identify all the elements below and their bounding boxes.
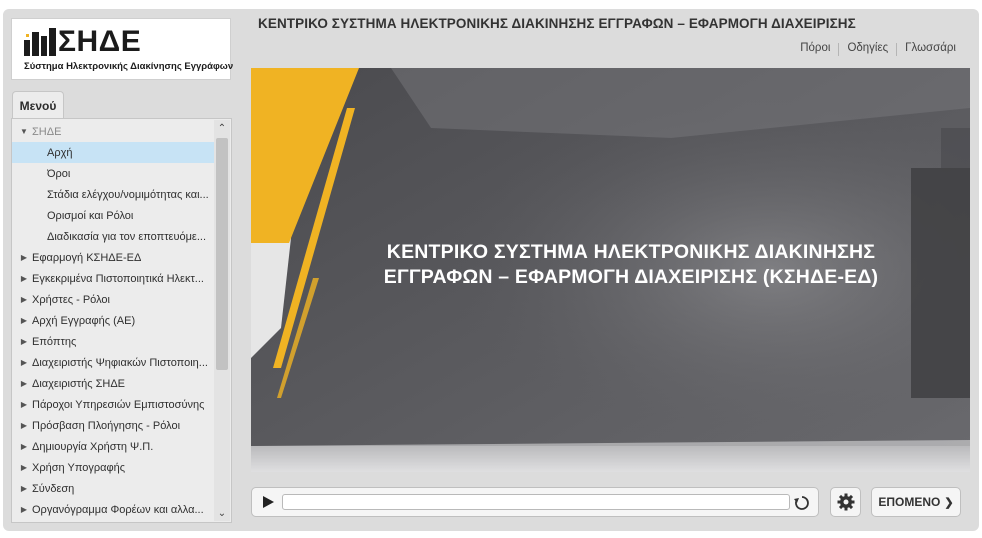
menu-item-arxi[interactable]: Αρχή bbox=[12, 142, 214, 163]
menu-section-shde[interactable]: ▼ ΣΗΔΕ bbox=[12, 121, 214, 142]
menu-item-efarmogi[interactable]: ▶ Εφαρμογή ΚΣΗΔΕ-ΕΔ bbox=[12, 247, 214, 268]
menu-item-label: Πάροχοι Υπηρεσιών Εμπιστοσύνης bbox=[32, 398, 205, 411]
replay-icon[interactable] bbox=[793, 494, 811, 512]
caret-right-icon: ▶ bbox=[20, 337, 28, 346]
menu-item-syndesi[interactable]: ▶ Σύνδεση bbox=[12, 478, 214, 499]
menu-panel: ▼ ΣΗΔΕ Αρχή Όροι Στάδια ελέγχου/νομιμότη… bbox=[11, 118, 232, 523]
link-glossary[interactable]: Γλωσσάρι bbox=[897, 42, 964, 56]
menu-item-diadikasia[interactable]: Διαδικασία για τον εποπτευόμε... bbox=[12, 226, 214, 247]
menu-item-label: Διαδικασία για τον εποπτευόμε... bbox=[47, 230, 206, 243]
menu-item-label: Δημιουργία Χρήστη Ψ.Π. bbox=[32, 440, 154, 453]
link-resources[interactable]: Πόροι bbox=[792, 42, 838, 56]
menu-item-orismoi[interactable]: Ορισμοί και Ρόλοι bbox=[12, 205, 214, 226]
menu-item-paroxoi[interactable]: ▶ Πάροχοι Υπηρεσιών Εμπιστοσύνης bbox=[12, 394, 214, 415]
chevron-down-icon[interactable]: ⌄ bbox=[214, 505, 230, 521]
slide-title: ΚΕΝΤΡΙΚΟ ΣΥΣΤΗΜΑ ΗΛΕΚΤΡΟΝΙΚΗΣ ΔΙΑΚΙΝΗΣΗΣ… bbox=[321, 240, 941, 290]
menu-item-label: Ορισμοί και Ρόλοι bbox=[47, 209, 134, 222]
progress-bar[interactable] bbox=[282, 494, 790, 510]
caret-right-icon: ▶ bbox=[20, 274, 28, 283]
menu-item-diaxeiristis-shde[interactable]: ▶ Διαχειριστής ΣΗΔΕ bbox=[12, 373, 214, 394]
caret-right-icon: ▶ bbox=[20, 442, 28, 451]
logo-mark-icon bbox=[24, 28, 56, 56]
app-title: ΚΕΝΤΡΙΚΟ ΣΥΣΤΗΜΑ ΗΛΕΚΤΡΟΝΙΚΗΣ ΔΙΑΚΙΝΗΣΗΣ… bbox=[258, 16, 856, 31]
menu-list: ▼ ΣΗΔΕ Αρχή Όροι Στάδια ελέγχου/νομιμότη… bbox=[12, 121, 214, 520]
menu-item-epoptis[interactable]: ▶ Επόπτης bbox=[12, 331, 214, 352]
slide-title-line1: ΚΕΝΤΡΙΚΟ ΣΥΣΤΗΜΑ ΗΛΕΚΤΡΟΝΙΚΗΣ ΔΙΑΚΙΝΗΣΗΣ bbox=[386, 241, 876, 263]
logo-text: ΣΗΔΕ bbox=[58, 25, 142, 58]
play-icon[interactable] bbox=[261, 495, 275, 509]
scroll-thumb[interactable] bbox=[216, 138, 228, 370]
menu-item-pistopoiitika[interactable]: ▶ Εγκεκριμένα Πιστοποιητικά Ηλεκτ... bbox=[12, 268, 214, 289]
menu-item-oroi[interactable]: Όροι bbox=[12, 163, 214, 184]
chevron-up-icon[interactable]: ⌃ bbox=[214, 120, 230, 136]
caret-right-icon: ▶ bbox=[20, 421, 28, 430]
tab-menu[interactable]: Μενού bbox=[12, 91, 64, 119]
caret-right-icon: ▶ bbox=[20, 316, 28, 325]
menu-item-label: Εγκεκριμένα Πιστοποιητικά Ηλεκτ... bbox=[32, 272, 204, 285]
menu-item-label: ΣΗΔΕ bbox=[32, 125, 62, 138]
caret-down-icon: ▼ bbox=[20, 127, 28, 136]
settings-button[interactable] bbox=[830, 487, 861, 517]
gear-icon bbox=[837, 493, 854, 511]
menu-item-label: Στάδια ελέγχου/νομιμότητας και... bbox=[47, 188, 209, 201]
link-instructions[interactable]: Οδηγίες bbox=[839, 42, 896, 56]
menu-item-xristes[interactable]: ▶ Χρήστες - Ρόλοι bbox=[12, 289, 214, 310]
top-links: Πόροι Οδηγίες Γλωσσάρι bbox=[792, 42, 964, 56]
next-button-label: ΕΠΟΜΕΝΟ bbox=[878, 495, 941, 509]
logo: ΣΗΔΕ Σύστημα Ηλεκτρονικής Διακίνησης Εγγ… bbox=[11, 18, 234, 80]
caret-right-icon: ▶ bbox=[20, 295, 28, 304]
menu-item-label: Επόπτης bbox=[32, 335, 77, 348]
menu-item-label: Χρήστες - Ρόλοι bbox=[32, 293, 110, 306]
menu-item-label: Οργανόγραμμα Φορέων και αλλα... bbox=[32, 503, 204, 516]
caret-right-icon: ▶ bbox=[20, 253, 28, 262]
menu-item-arxi-eggrafis[interactable]: ▶ Αρχή Εγγραφής (ΑΕ) bbox=[12, 310, 214, 331]
player-controls bbox=[251, 487, 819, 517]
menu-item-label: Πρόσβαση Πλοήγησης - Ρόλοι bbox=[32, 419, 181, 432]
menu-item-label: Διαχειριστής Ψηφιακών Πιστοποιη... bbox=[32, 356, 208, 369]
caret-right-icon: ▶ bbox=[20, 379, 28, 388]
menu-item-dimiourgia[interactable]: ▶ Δημιουργία Χρήστη Ψ.Π. bbox=[12, 436, 214, 457]
slide-stage: ΚΕΝΤΡΙΚΟ ΣΥΣΤΗΜΑ ΗΛΕΚΤΡΟΝΙΚΗΣ ΔΙΑΚΙΝΗΣΗΣ… bbox=[251, 68, 970, 472]
menu-item-label: Αρχή Εγγραφής (ΑΕ) bbox=[32, 314, 136, 327]
menu-item-label: Διαχειριστής ΣΗΔΕ bbox=[32, 377, 126, 390]
next-button[interactable]: ΕΠΟΜΕΝΟ ❯ bbox=[871, 487, 961, 517]
caret-right-icon: ▶ bbox=[20, 358, 28, 367]
caret-right-icon: ▶ bbox=[20, 400, 28, 409]
menu-item-diaxeiristis-pp[interactable]: ▶ Διαχειριστής Ψηφιακών Πιστοποιη... bbox=[12, 352, 214, 373]
menu-scrollbar[interactable]: ⌃ ⌄ bbox=[214, 120, 230, 521]
logo-subtitle: Σύστημα Ηλεκτρονικής Διακίνησης Εγγράφων bbox=[24, 61, 234, 72]
menu-item-label: Όροι bbox=[47, 167, 71, 180]
menu-item-stadia[interactable]: Στάδια ελέγχου/νομιμότητας και... bbox=[12, 184, 214, 205]
chevron-right-icon: ❯ bbox=[944, 496, 954, 509]
slide-title-line2: ΕΓΓΡΑΦΩΝ – ΕΦΑΡΜΟΓΗ ΔΙΑΧΕΙΡΙΣΗΣ (ΚΣΗΔΕ-Ε… bbox=[383, 266, 879, 288]
caret-right-icon: ▶ bbox=[20, 484, 28, 493]
caret-right-icon: ▶ bbox=[20, 505, 28, 514]
menu-item-label: Σύνδεση bbox=[32, 482, 75, 495]
menu-item-organogramma[interactable]: ▶ Οργανόγραμμα Φορέων και αλλα... bbox=[12, 499, 214, 520]
menu-item-label: Αρχή bbox=[47, 146, 73, 159]
menu-item-xrisi[interactable]: ▶ Χρήση Υπογραφής bbox=[12, 457, 214, 478]
caret-right-icon: ▶ bbox=[20, 463, 28, 472]
menu-item-label: Χρήση Υπογραφής bbox=[32, 461, 126, 474]
menu-item-label: Εφαρμογή ΚΣΗΔΕ-ΕΔ bbox=[32, 251, 142, 264]
menu-item-prosvasi[interactable]: ▶ Πρόσβαση Πλοήγησης - Ρόλοι bbox=[12, 415, 214, 436]
